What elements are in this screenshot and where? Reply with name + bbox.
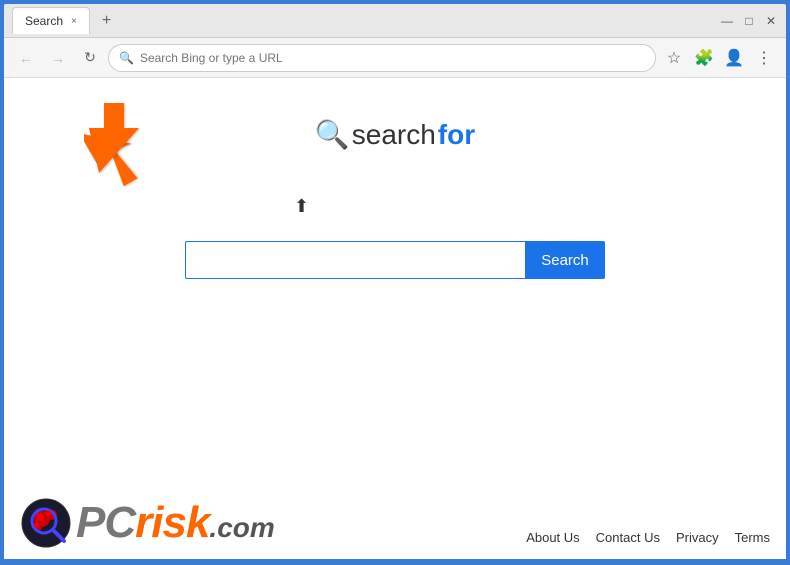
title-bar: Search × + — □ ✕ bbox=[4, 4, 786, 38]
address-input[interactable] bbox=[140, 51, 645, 65]
logo-text-search: search bbox=[352, 119, 436, 151]
search-area: Search bbox=[185, 241, 605, 279]
logo-area: 🔍 search for bbox=[315, 118, 475, 151]
search-button[interactable]: Search bbox=[525, 241, 605, 279]
search-input[interactable] bbox=[185, 241, 525, 279]
back-button[interactable]: ← bbox=[12, 44, 40, 72]
minimize-button[interactable]: — bbox=[720, 14, 734, 28]
refresh-icon: ↻ bbox=[84, 49, 96, 66]
profile-button[interactable]: 👤 bbox=[720, 44, 748, 72]
nav-right-controls: ☆ 🧩 👤 ⋮ bbox=[660, 44, 778, 72]
footer-link-about[interactable]: About Us bbox=[526, 530, 579, 545]
more-options-button[interactable]: ⋮ bbox=[750, 44, 778, 72]
footer-link-contact[interactable]: Contact Us bbox=[596, 530, 660, 545]
forward-icon: → bbox=[51, 50, 65, 66]
tab-close-button[interactable]: × bbox=[71, 16, 77, 27]
pcrisk-risk: risk bbox=[135, 498, 209, 547]
logo-text-for: for bbox=[438, 119, 475, 151]
address-bar[interactable]: 🔍 bbox=[108, 44, 656, 72]
footer-link-terms[interactable]: Terms bbox=[735, 530, 770, 545]
cursor-indicator: ⬆ bbox=[294, 196, 309, 217]
favorites-button[interactable]: ☆ bbox=[660, 44, 688, 72]
pcrisk-pc: PC bbox=[76, 498, 135, 547]
forward-button[interactable]: → bbox=[44, 44, 72, 72]
browser-window: Search × + — □ ✕ ← → ↻ 🔍 ☆ 🧩 👤 ⋮ bbox=[2, 2, 788, 561]
arrow-svg bbox=[84, 98, 184, 188]
maximize-button[interactable]: □ bbox=[742, 14, 756, 28]
new-tab-button[interactable]: + bbox=[94, 8, 119, 34]
arrow-annotation bbox=[84, 98, 164, 178]
browser-tab[interactable]: Search × bbox=[12, 7, 90, 34]
page-footer: PCrisk.com About Us Contact Us Privacy T… bbox=[4, 449, 786, 559]
pcrisk-domain: .com bbox=[209, 512, 274, 543]
page-content: 🔍 search for ⬆ Search bbox=[4, 78, 786, 559]
extensions-button[interactable]: 🧩 bbox=[690, 44, 718, 72]
logo-search-icon: 🔍 bbox=[315, 118, 350, 151]
back-icon: ← bbox=[19, 50, 33, 66]
window-controls: — □ ✕ bbox=[720, 14, 778, 28]
footer-link-privacy[interactable]: Privacy bbox=[676, 530, 719, 545]
pcrisk-logo: PCrisk.com bbox=[20, 497, 275, 549]
address-search-icon: 🔍 bbox=[119, 51, 134, 65]
pcrisk-text: PCrisk.com bbox=[76, 498, 275, 548]
close-button[interactable]: ✕ bbox=[764, 14, 778, 28]
footer-links: About Us Contact Us Privacy Terms bbox=[526, 530, 770, 545]
navigation-bar: ← → ↻ 🔍 ☆ 🧩 👤 ⋮ bbox=[4, 38, 786, 78]
tab-title: Search bbox=[25, 14, 63, 28]
pcrisk-icon-svg bbox=[20, 497, 72, 549]
refresh-button[interactable]: ↻ bbox=[76, 44, 104, 72]
